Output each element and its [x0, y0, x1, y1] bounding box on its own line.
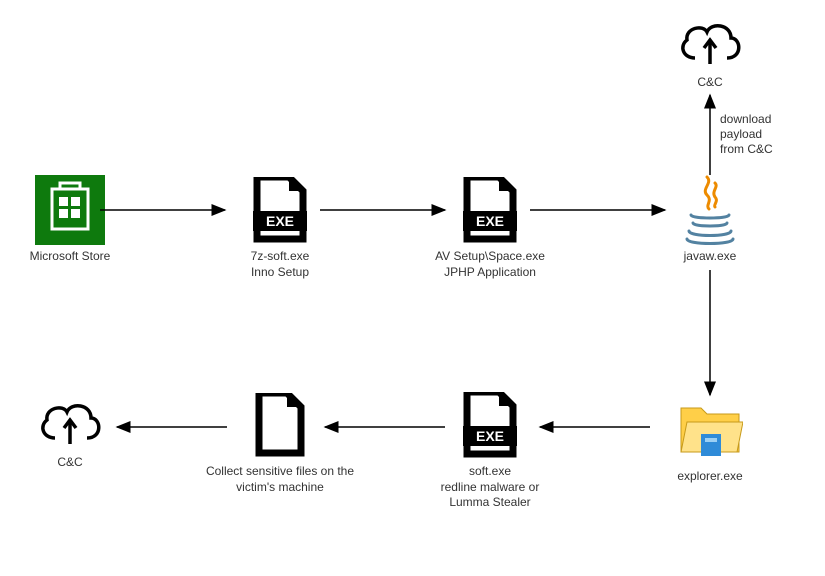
- node-label: javaw.exe: [650, 249, 770, 265]
- arrow-javaw-to-cnc: [708, 90, 712, 180]
- node-javaw: javaw.exe: [650, 175, 770, 265]
- node-sublabel: redline malware or: [420, 480, 560, 496]
- node-label: 7z-soft.exe: [210, 249, 350, 265]
- node-label: soft.exe: [420, 464, 560, 480]
- node-av-setup: EXE AV Setup\Space.exe JPHP Application: [420, 175, 560, 280]
- svg-text:EXE: EXE: [266, 213, 294, 229]
- node-label: C&C: [650, 75, 770, 91]
- node-cnc-left: C&C: [20, 395, 120, 471]
- node-label: explorer.exe: [650, 469, 770, 485]
- node-microsoft-store: Microsoft Store: [10, 175, 130, 265]
- node-7z-soft: EXE 7z-soft.exe Inno Setup: [210, 175, 350, 280]
- explorer-icon: [650, 395, 770, 465]
- cloud-upload-icon: [20, 395, 120, 451]
- node-label: C&C: [20, 455, 120, 471]
- node-label: AV Setup\Space.exe: [420, 249, 560, 265]
- node-sublabel: JPHP Application: [420, 265, 560, 281]
- arrow-avsetup-to-javaw: [530, 208, 670, 212]
- node-label: Collect sensitive files on the: [200, 464, 360, 480]
- svg-text:EXE: EXE: [476, 428, 504, 444]
- arrow-msstore-to-7z: [100, 208, 230, 212]
- node-soft-exe: EXE soft.exe redline malware or Lumma St…: [420, 390, 560, 511]
- node-label: Microsoft Store: [10, 249, 130, 265]
- svg-text:EXE: EXE: [476, 213, 504, 229]
- node-sublabel: Lumma Stealer: [420, 495, 560, 511]
- arrow-7z-to-avsetup: [320, 208, 450, 212]
- node-cnc-top: C&C: [650, 15, 770, 91]
- node-sublabel: Inno Setup: [210, 265, 350, 281]
- node-collect-files: Collect sensitive files on the victim's …: [200, 390, 360, 495]
- edge-label-download: download payload from C&C: [720, 112, 790, 157]
- arrow-collect-to-cnc: [112, 425, 232, 429]
- node-sublabel: victim's machine: [200, 480, 360, 496]
- arrow-javaw-to-explorer: [708, 270, 712, 400]
- arrow-soft-to-collect: [320, 425, 450, 429]
- arrow-explorer-to-soft: [535, 425, 655, 429]
- node-explorer: explorer.exe: [650, 395, 770, 485]
- cloud-upload-icon: [650, 15, 770, 71]
